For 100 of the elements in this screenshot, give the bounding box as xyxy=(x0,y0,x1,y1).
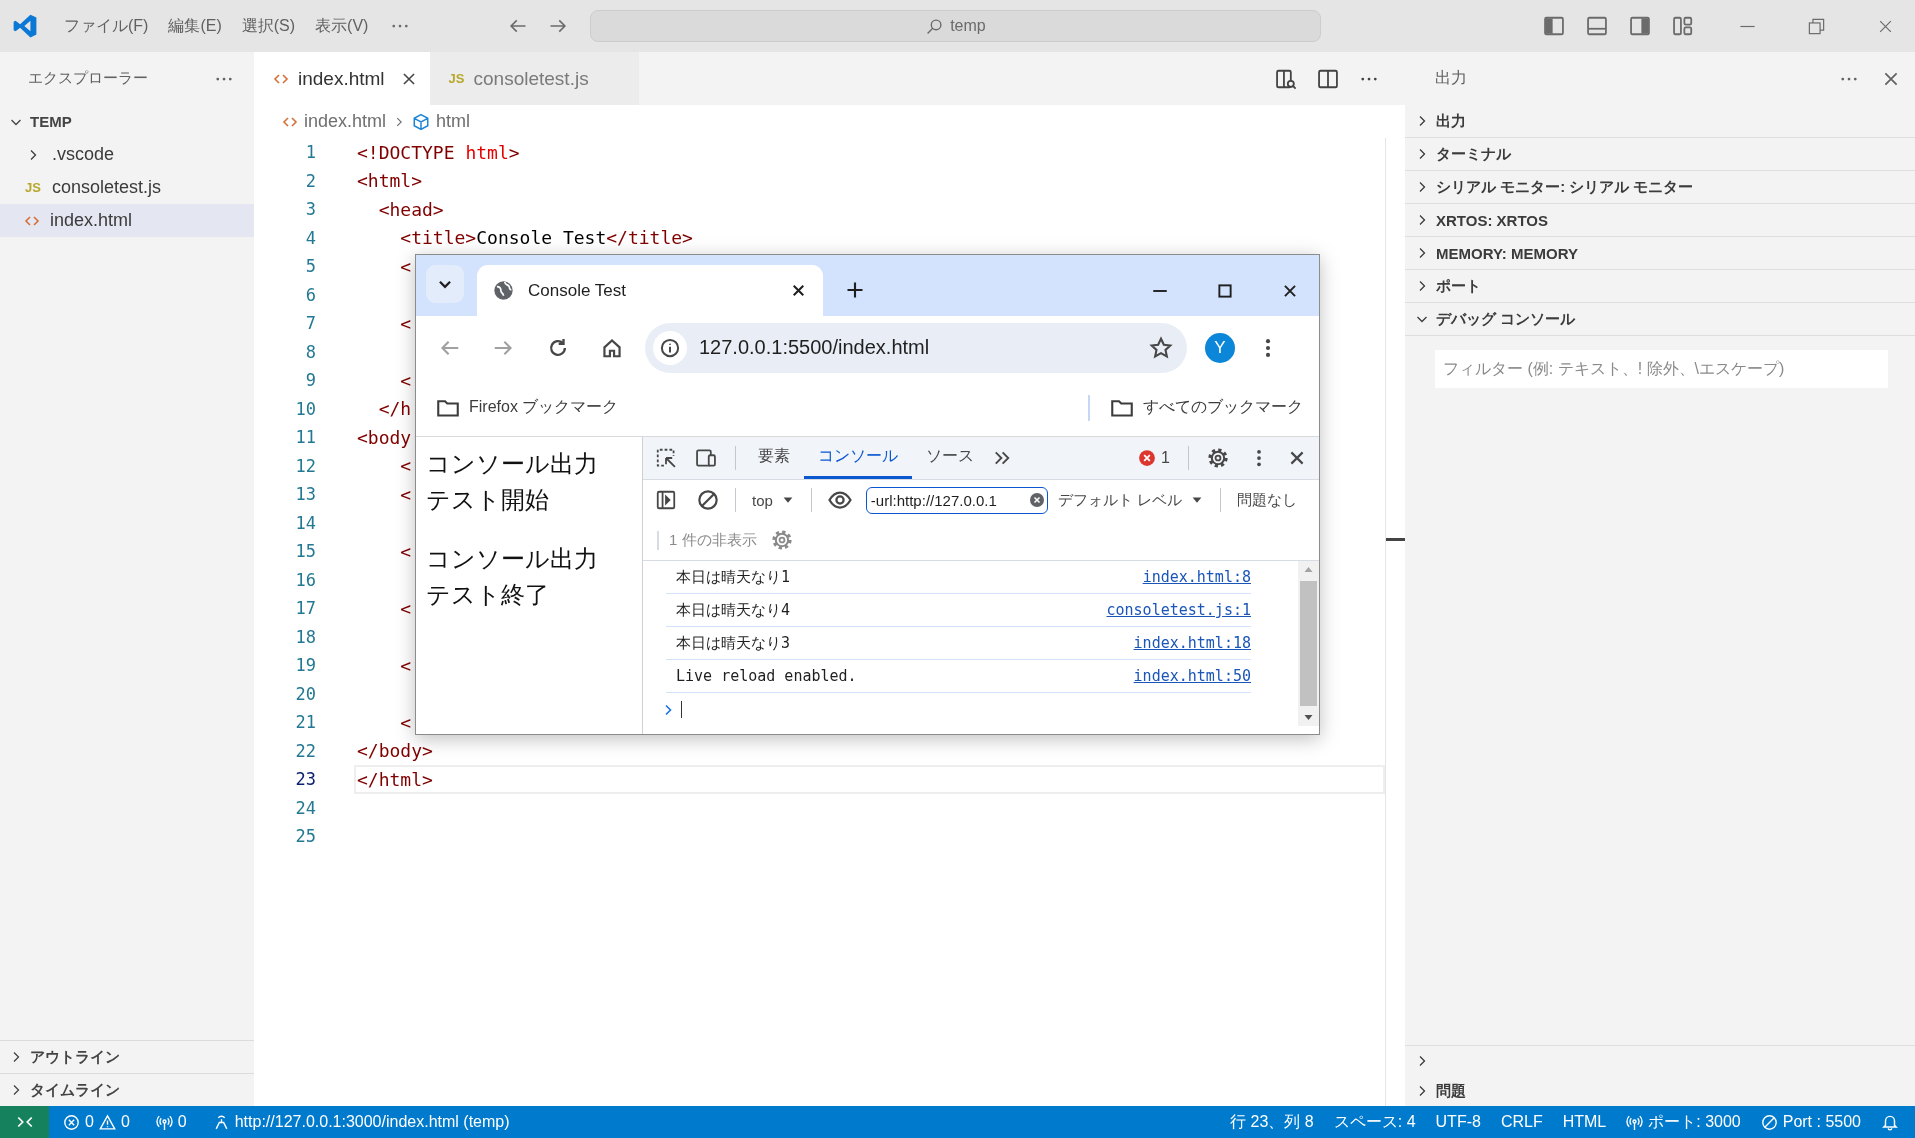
clear-filter-icon[interactable] xyxy=(1028,492,1045,508)
plus-icon[interactable] xyxy=(845,280,865,300)
js-file-icon: JS xyxy=(24,180,42,195)
search-icon xyxy=(926,17,944,35)
status-item[interactable]: ポート: 3000 xyxy=(1618,1106,1749,1138)
eye-icon[interactable] xyxy=(827,488,852,512)
source-link[interactable]: index.html:50 xyxy=(1133,667,1251,685)
line-number: 12 xyxy=(294,455,316,476)
devtools-tab[interactable]: コンソール xyxy=(804,437,912,479)
open-preview-icon[interactable] xyxy=(1275,67,1297,90)
line-number: 3 xyxy=(304,199,316,220)
status-item[interactable]: http://127.0.0.1:3000/index.html (temp) xyxy=(204,1106,518,1138)
breadcrumb-item[interactable]: index.html xyxy=(282,111,387,132)
file-tree-item[interactable]: index.html xyxy=(0,204,254,237)
layout-grid-icon[interactable] xyxy=(1672,15,1694,37)
status-item[interactable]: 行 23、列 8 xyxy=(1222,1106,1322,1138)
close-icon[interactable] xyxy=(1281,282,1299,300)
page-paragraph: コンソール出力テスト終了 xyxy=(426,544,599,610)
filter-field[interactable]: -url:http://127.0.0.1 xyxy=(865,486,1048,514)
source-link[interactable]: index.html:18 xyxy=(1133,634,1251,652)
reload-icon[interactable] xyxy=(547,336,569,359)
restore-icon[interactable] xyxy=(1807,16,1826,36)
remote-button[interactable] xyxy=(0,1106,49,1138)
app-logo-icon xyxy=(12,13,38,39)
section-header[interactable]: MEMORY: MEMORY xyxy=(1405,237,1915,270)
breadcrumb-item[interactable]: html xyxy=(412,111,471,132)
code-line: < xyxy=(399,711,412,733)
address-bar[interactable]: 127.0.0.1:5500/index.html xyxy=(645,322,1187,373)
code-line: < xyxy=(399,597,412,619)
section-header[interactable]: XRTOS: XRTOS xyxy=(1405,204,1915,237)
section-header[interactable]: デバッグ コンソール xyxy=(1405,303,1915,336)
section-header[interactable]: シリアル モニター: シリアル モニター xyxy=(1405,171,1915,204)
split-editor-icon[interactable] xyxy=(1317,67,1339,90)
bookmark-folder[interactable]: Firefox ブックマーク xyxy=(436,395,619,420)
menu-item[interactable]: ファイル(F) xyxy=(54,12,159,40)
inspect-icon[interactable] xyxy=(655,447,677,469)
sidebar-left-icon[interactable] xyxy=(1543,15,1565,37)
line-number: 4 xyxy=(304,227,316,248)
line-number: 18 xyxy=(294,626,316,647)
section-header[interactable]: 問題 xyxy=(1405,1076,1915,1106)
source-link[interactable]: index.html:8 xyxy=(1142,568,1251,586)
line-number: 9 xyxy=(304,370,316,391)
browser-tab[interactable]: Console Test xyxy=(477,265,823,316)
profile-avatar[interactable]: Y xyxy=(1205,332,1235,363)
status-item[interactable]: Port : 5500 xyxy=(1752,1106,1869,1138)
close-icon[interactable] xyxy=(790,282,807,299)
section-header[interactable]: 出力 xyxy=(1405,105,1915,138)
globe-icon xyxy=(493,280,514,301)
status-item[interactable]: HTML xyxy=(1554,1106,1615,1138)
command-search-field[interactable]: temp xyxy=(590,10,1322,42)
console-message: Live reload enabled. xyxy=(676,667,857,685)
tab-list-button[interactable] xyxy=(426,265,464,303)
device-icon[interactable] xyxy=(695,447,717,469)
devtools-tab[interactable]: 要素 xyxy=(744,437,804,479)
line-number: 7 xyxy=(304,313,316,334)
sidebar-toggle-icon[interactable] xyxy=(655,489,677,511)
menu-item[interactable]: 表示(V) xyxy=(305,12,379,40)
settings-icon[interactable] xyxy=(1207,447,1229,469)
status-item[interactable]: スペース: 4 xyxy=(1325,1106,1424,1138)
source-link[interactable]: consoletest.js:1 xyxy=(1106,601,1251,619)
star-icon[interactable] xyxy=(1149,335,1173,360)
devtools-tab[interactable]: ソース xyxy=(912,437,988,479)
line-number: 24 xyxy=(294,797,316,818)
status-item[interactable]: 0 xyxy=(147,1106,195,1138)
section-header[interactable]: ポート xyxy=(1405,270,1915,303)
line-number: 16 xyxy=(294,569,316,590)
status-item[interactable]: UTF-8 xyxy=(1427,1106,1489,1138)
line-number: 10 xyxy=(294,398,316,419)
section-header[interactable]: ターミナル xyxy=(1405,138,1915,171)
filter-field[interactable]: フィルター (例: テキスト、! 除外、\エスケープ) xyxy=(1435,350,1888,388)
info-icon xyxy=(660,337,680,358)
console-message: 本日は晴天なり1 xyxy=(676,567,791,587)
all-bookmarks-button[interactable]: すべてのブックマーク xyxy=(1110,395,1303,420)
error-counter[interactable]: 1 xyxy=(1138,449,1170,467)
clear-console-icon[interactable] xyxy=(697,489,719,511)
context-select[interactable]: top xyxy=(752,491,795,509)
sidebar-title: エクスプローラー xyxy=(28,69,148,88)
panel-title: 出力 xyxy=(1435,68,1468,88)
file-tree-item[interactable]: JS consoletest.js xyxy=(0,171,254,204)
console-message: 本日は晴天なり4 xyxy=(676,600,791,620)
log-level-select[interactable]: デフォルト レベル xyxy=(1057,490,1205,510)
page-paragraph: コンソール出力テスト開始 xyxy=(426,449,599,515)
file-tree-item[interactable]: .vscode xyxy=(0,138,254,171)
maximize-icon[interactable] xyxy=(1216,282,1234,300)
code-line: < xyxy=(399,255,412,277)
folder-row[interactable]: TEMP xyxy=(0,105,254,138)
editor-tab[interactable]: index.html xyxy=(254,52,430,105)
issues-button[interactable]: 問題なし xyxy=(1237,490,1298,510)
menu-item[interactable]: 編集(E) xyxy=(158,12,232,40)
sidebar-right-icon[interactable] xyxy=(1629,15,1651,37)
line-number: 13 xyxy=(294,484,316,505)
status-item[interactable]: 0 0 xyxy=(55,1106,138,1138)
panel-bottom-icon[interactable] xyxy=(1586,15,1608,37)
menu-item[interactable]: 選択(S) xyxy=(231,12,306,40)
notification-bell-icon xyxy=(1881,1113,1899,1131)
editor-tab[interactable]: JS consoletest.js xyxy=(429,52,639,105)
console-message: 本日は晴天なり3 xyxy=(676,633,791,653)
status-item[interactable]: CRLF xyxy=(1492,1106,1551,1138)
line-number: 5 xyxy=(304,256,316,277)
home-icon[interactable] xyxy=(601,336,623,359)
